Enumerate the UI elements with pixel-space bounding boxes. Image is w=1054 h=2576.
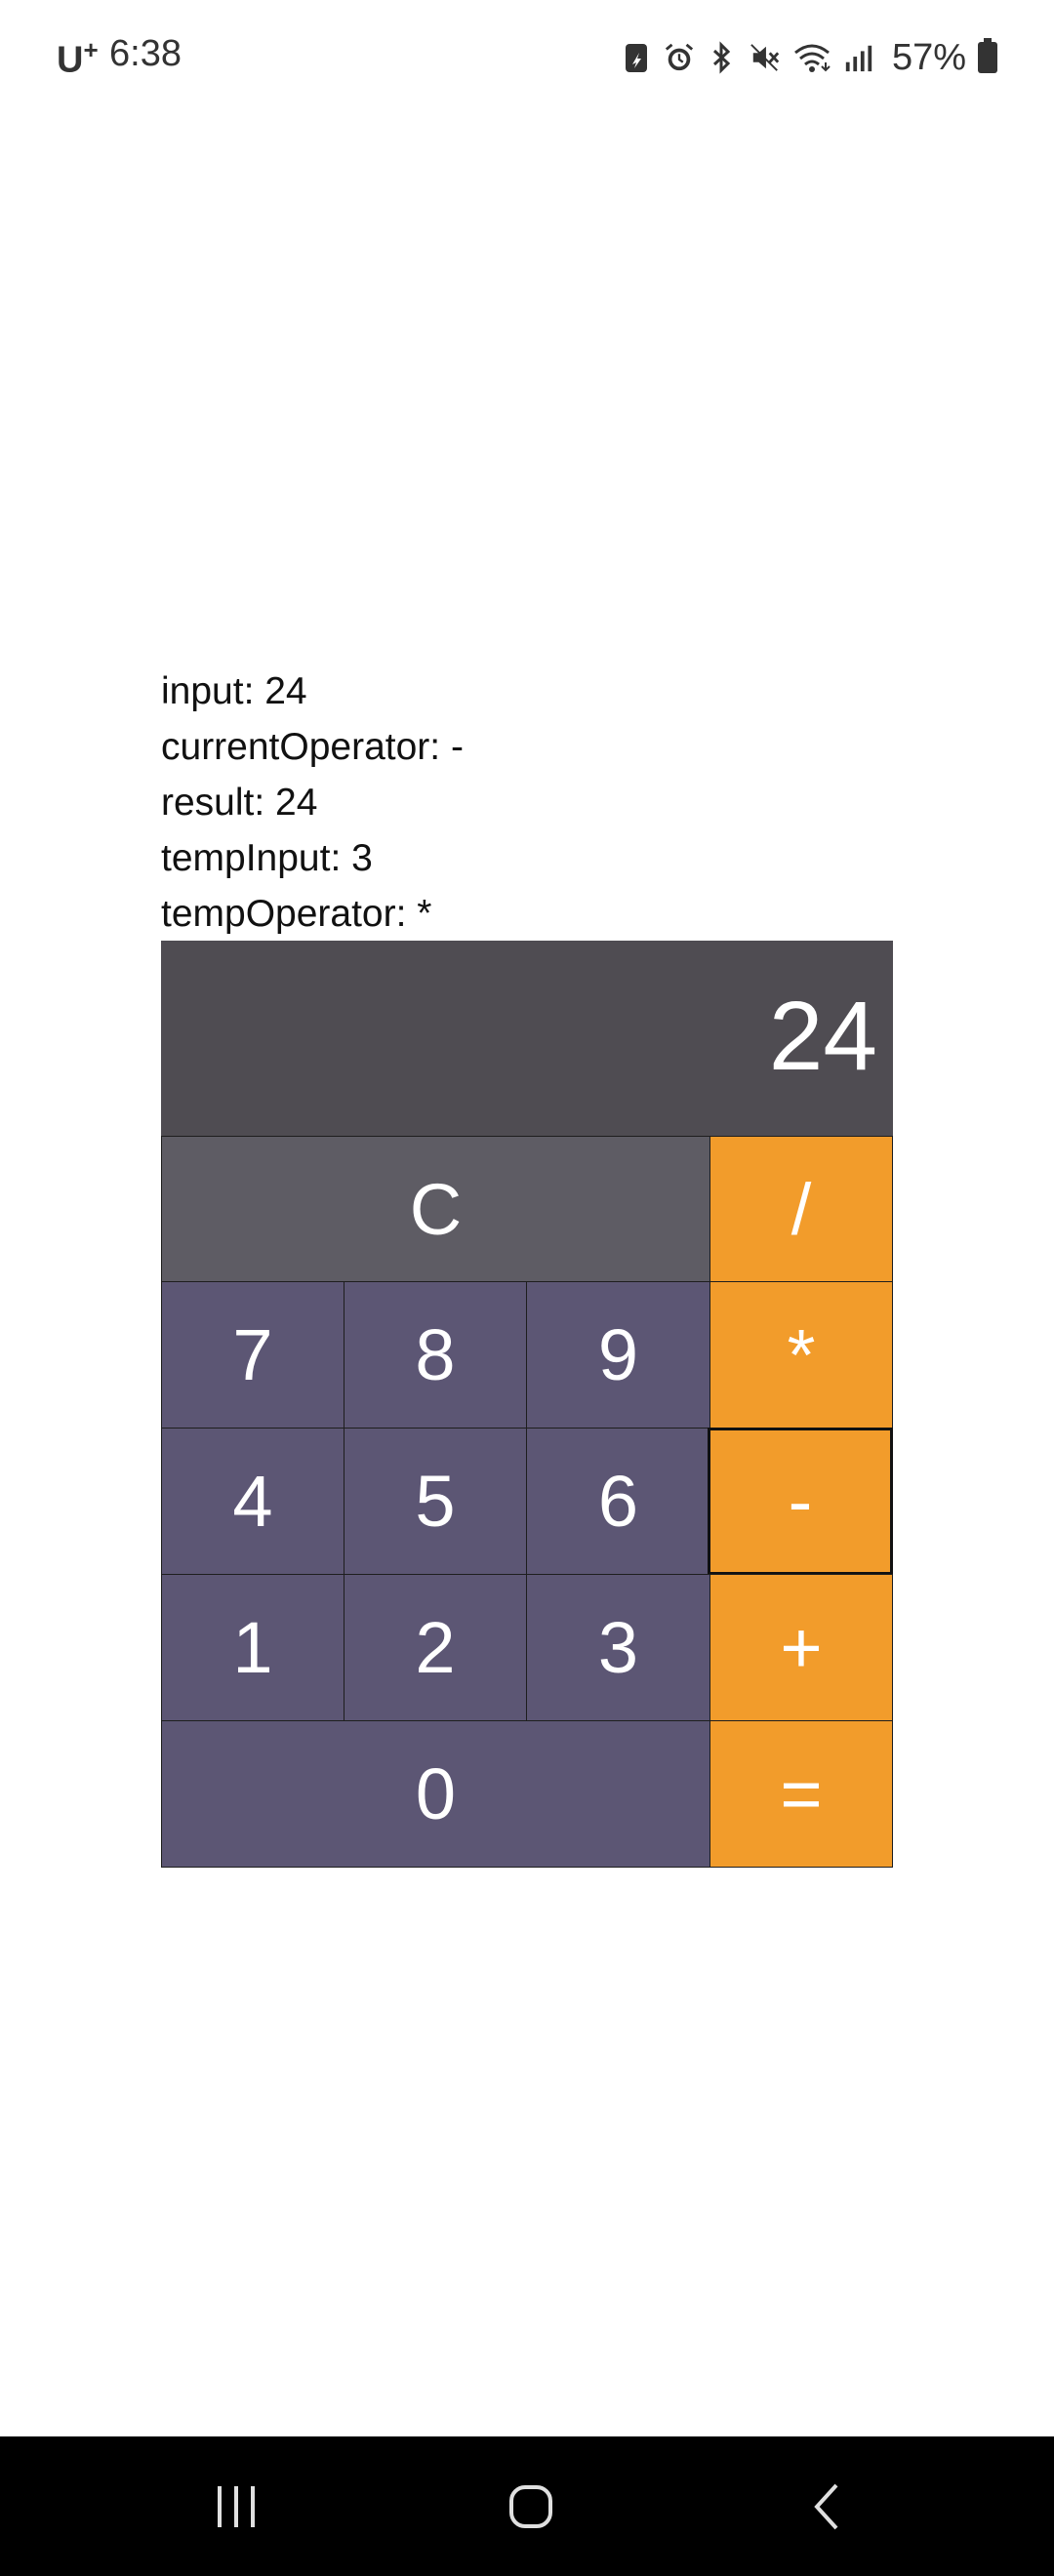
digit-5-button[interactable]: 5 xyxy=(344,1428,527,1575)
calculator-display: 24 xyxy=(161,941,893,1136)
digit-8-button[interactable]: 8 xyxy=(344,1281,527,1429)
battery-icon xyxy=(978,38,997,73)
divide-button[interactable]: / xyxy=(709,1136,893,1282)
signal-icon xyxy=(843,40,874,75)
debug-input: input: 24 xyxy=(161,670,307,712)
navigation-bar xyxy=(0,2436,1054,2576)
wifi-icon xyxy=(792,40,831,75)
minus-button[interactable]: - xyxy=(708,1428,893,1575)
equals-button[interactable]: = xyxy=(709,1720,893,1868)
debug-current-operator: currentOperator: - xyxy=(161,726,464,768)
digit-2-button[interactable]: 2 xyxy=(344,1574,527,1721)
battery-percent: 57% xyxy=(891,36,966,78)
digit-1-button[interactable]: 1 xyxy=(161,1574,345,1721)
debug-temp-input: tempInput: 3 xyxy=(161,837,373,879)
plus-button[interactable]: + xyxy=(709,1574,893,1721)
digit-3-button[interactable]: 3 xyxy=(526,1574,710,1721)
recent-apps-icon[interactable] xyxy=(178,2436,295,2576)
digit-4-button[interactable]: 4 xyxy=(161,1428,345,1575)
back-icon[interactable] xyxy=(768,2436,885,2576)
status-icons: 57% xyxy=(621,33,997,82)
status-time: 6:38 xyxy=(109,33,182,74)
multiply-button[interactable]: * xyxy=(709,1281,893,1429)
digit-0-button[interactable]: 0 xyxy=(161,1720,710,1868)
alarm-icon xyxy=(664,40,695,75)
debug-result: result: 24 xyxy=(161,782,318,824)
carrier-label: U+ xyxy=(57,35,99,81)
debug-panel: input: 24 currentOperator: - result: 24 … xyxy=(161,664,464,942)
status-bar: U+ 6:38 57% xyxy=(0,0,1054,117)
digit-6-button[interactable]: 6 xyxy=(526,1428,710,1575)
digit-9-button[interactable]: 9 xyxy=(526,1281,710,1429)
home-icon[interactable] xyxy=(472,2436,589,2576)
battery-saver-icon xyxy=(621,40,652,75)
debug-temp-operator: tempOperator: * xyxy=(161,893,432,935)
bluetooth-icon xyxy=(707,40,738,75)
mute-icon xyxy=(750,40,781,75)
clear-button[interactable]: C xyxy=(161,1136,710,1282)
digit-7-button[interactable]: 7 xyxy=(161,1281,345,1429)
